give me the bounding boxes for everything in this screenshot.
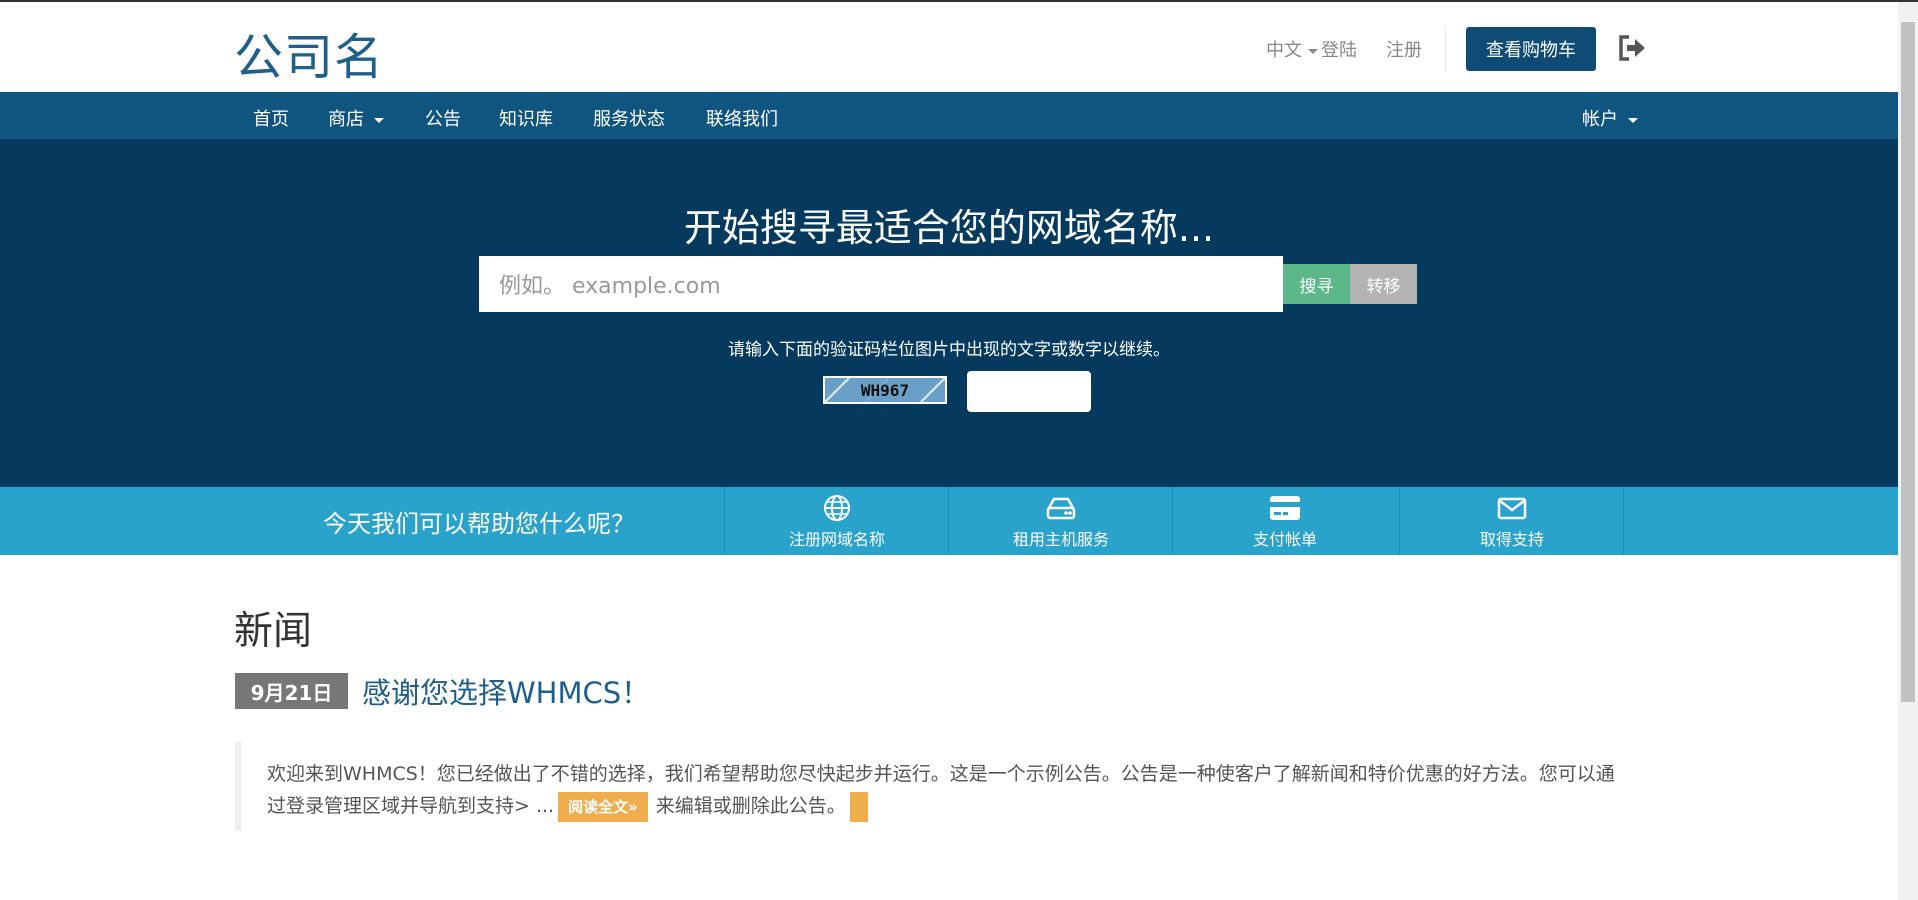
chevron-down-icon [1308, 48, 1318, 54]
nav-contact[interactable]: 联络我们 [706, 105, 778, 131]
scrollbar-thumb[interactable] [1901, 22, 1915, 702]
help-bar-divider [1623, 487, 1624, 555]
nav-service-status[interactable]: 服务状态 [593, 105, 665, 131]
language-label: 中文 [1266, 40, 1302, 61]
orange-marker [849, 791, 868, 822]
news-headline-link[interactable]: 感谢您选择WHMCS！ [362, 670, 650, 712]
chevron-down-icon [1628, 117, 1638, 123]
help-bar: 今天我们可以帮助您什么呢？ 注册网域名称 租用主机服务 支付帐单 取得支持 [0, 487, 1898, 555]
page-scrollbar[interactable] [1898, 2, 1918, 900]
nav-store-label: 商店 [328, 109, 364, 130]
news-excerpt: 欢迎来到WHMCS！您已经做出了不错的选择，我们希望帮助您尽快起步并运行。这是一… [235, 742, 1625, 831]
help-pay-invoice[interactable]: 支付帐单 [1172, 487, 1397, 555]
company-logo[interactable]: 公司名 [234, 18, 384, 89]
nav-account[interactable]: 帐户 [1582, 105, 1638, 131]
credit-card-icon [1270, 496, 1300, 520]
login-link[interactable]: 登陆 [1321, 36, 1357, 62]
captcha-input[interactable] [967, 371, 1091, 412]
main-navbar: 首页 商店 公告 知识库 服务状态 联络我们 帐户 [0, 92, 1898, 139]
envelope-icon [1497, 497, 1527, 520]
server-icon [1046, 497, 1076, 520]
help-hosting-label: 租用主机服务 [1012, 530, 1109, 549]
register-link[interactable]: 注册 [1386, 36, 1422, 62]
news-heading: 新闻 [234, 609, 313, 654]
nav-knowledgebase[interactable]: 知识库 [499, 105, 553, 131]
nav-announcements[interactable]: 公告 [425, 105, 461, 131]
header-divider [1445, 26, 1446, 72]
news-date-badge: 9月21日 [235, 673, 348, 709]
globe-icon [824, 495, 850, 521]
help-pay-invoice-label: 支付帐单 [1252, 530, 1317, 549]
help-register-domain[interactable]: 注册网域名称 [724, 487, 949, 555]
news-body-text: 欢迎来到WHMCS！您已经做出了不错的选择，我们希望帮助您尽快起步并运行。这是一… [267, 763, 1615, 817]
help-get-support[interactable]: 取得支持 [1399, 487, 1624, 555]
help-get-support-label: 取得支持 [1479, 530, 1544, 549]
captcha-image: WH967 [823, 376, 947, 404]
captcha-prompt: 请输入下面的验证码栏位图片中出现的文字或数字以继续。 [728, 340, 1170, 360]
transfer-button[interactable]: 转移 [1350, 264, 1417, 304]
search-button[interactable]: 搜寻 [1283, 264, 1350, 304]
domain-search-input[interactable]: 例如。 example.com [479, 256, 1283, 312]
logout-icon[interactable] [1617, 34, 1647, 62]
nav-home[interactable]: 首页 [253, 105, 289, 131]
nav-account-label: 帐户 [1582, 109, 1618, 130]
read-more-button[interactable]: 阅读全文» [558, 791, 648, 822]
domain-search-placeholder: 例如。 example.com [499, 274, 721, 299]
news-body-end: 来编辑或删除此公告。 [655, 795, 846, 817]
help-question: 今天我们可以帮助您什么呢？ [323, 509, 635, 538]
nav-store[interactable]: 商店 [328, 105, 384, 131]
hero-title: 开始搜寻最适合您的网域名称... [683, 206, 1215, 250]
language-selector[interactable]: 中文 [1266, 36, 1318, 62]
site-header: 公司名 中文 登陆 注册 查看购物车 [0, 2, 1898, 92]
domain-search-hero: 开始搜寻最适合您的网域名称... 例如。 example.com 搜寻 转移 请… [0, 139, 1898, 487]
news-body: 欢迎来到WHMCS！您已经做出了不错的选择，我们希望帮助您尽快起步并运行。这是一… [267, 758, 1627, 822]
help-register-domain-label: 注册网域名称 [788, 530, 885, 549]
view-cart-button[interactable]: 查看购物车 [1466, 27, 1596, 71]
help-hosting[interactable]: 租用主机服务 [948, 487, 1173, 555]
chevron-down-icon [374, 117, 384, 123]
captcha-code: WH967 [860, 380, 910, 400]
